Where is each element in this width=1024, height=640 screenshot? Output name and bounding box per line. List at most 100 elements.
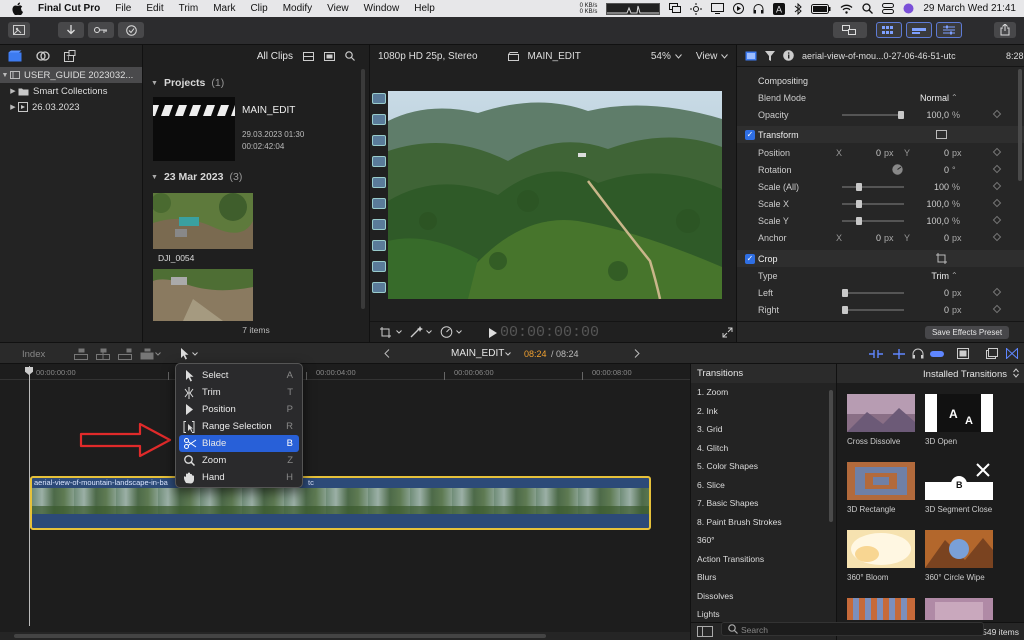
show-inspector-button[interactable] [936,22,962,38]
chevron-down-icon[interactable] [505,352,511,356]
scale-x-value[interactable]: 100,0 [907,199,949,209]
disclosure-open-icon[interactable]: ▼ [151,174,158,181]
scale-all-value[interactable]: 100 [907,182,949,192]
scale-y-value[interactable]: 100,0 [907,216,949,226]
chevron-down-icon[interactable] [155,352,161,356]
tool-trim[interactable]: Trim T [176,384,302,401]
info-inspector-icon[interactable] [783,50,794,61]
screen-mirror-icon[interactable] [669,3,682,14]
menu-window[interactable]: Window [364,3,400,14]
save-effects-preset-button[interactable]: Save Effects Preset [925,326,1009,339]
timeline-project-name[interactable]: MAIN_EDIT [451,348,504,359]
keyframe-icon[interactable] [992,287,1002,297]
clip-appearance-icon[interactable] [303,51,314,61]
brightness-icon[interactable] [690,2,703,15]
tile-cross-dissolve[interactable] [847,394,915,432]
installed-transitions-header[interactable]: Installed Transitions [837,364,1024,383]
play-icon[interactable] [733,3,745,14]
tile-3d-rectangle[interactable] [847,462,915,500]
tool-select[interactable]: Select A [176,367,302,384]
effects-browser-icon[interactable] [986,348,998,359]
disclosure-closed-icon[interactable]: ▶ [8,87,18,95]
scale-all-slider[interactable] [842,183,904,191]
filter-inspector-icon[interactable] [765,50,775,61]
anchor-y-value[interactable]: 0 [925,233,949,243]
keyframe-icon[interactable] [992,304,1002,314]
all-clips-filter[interactable]: All Clips [257,51,293,62]
import-button[interactable] [58,22,84,38]
battery-icon[interactable] [811,3,831,14]
tools-arrow-icon[interactable] [180,348,189,360]
titles-generators-icon[interactable]: T [64,50,76,62]
timeline-scrollbar[interactable] [0,632,690,640]
menu-modify[interactable]: Modify [283,3,312,14]
filmstrip-view-icon[interactable] [324,51,335,61]
menu-file[interactable]: File [115,3,131,14]
history-forward-icon[interactable] [634,349,640,358]
transitions-search-field[interactable]: Search [721,622,984,636]
tool-hand[interactable]: Hand H [176,469,302,486]
rotation-value[interactable]: 0 [917,165,949,175]
background-tasks-button[interactable] [118,22,144,38]
skimming-icon[interactable] [869,349,883,359]
position-x-value[interactable]: 0 [857,148,881,158]
keywords-button[interactable] [88,22,114,38]
tile-3d-open[interactable]: AA [925,394,993,432]
timeline-ruler[interactable]: 00:00:00:00 00:00:04:00 00:00:06:00 00:0… [0,364,690,380]
stepper-icon[interactable]: ⌃ [951,271,958,280]
timeline-clip[interactable]: aerial-view-of-mountain-landscape-in-ba … [30,476,651,530]
crop-left-value[interactable]: 0 [907,288,949,298]
libraries-icon[interactable] [8,50,22,62]
view-menu[interactable]: View [696,51,718,62]
transition-category[interactable]: 1. Zoom [691,383,836,402]
chevron-down-icon[interactable] [426,330,432,334]
tile-partial-2[interactable] [925,598,993,620]
show-browser-button[interactable] [876,22,902,38]
snapping-icon[interactable] [930,349,944,359]
keyframe-icon[interactable] [992,147,1002,157]
history-back-icon[interactable] [384,349,390,358]
bluetooth-icon[interactable] [794,2,803,15]
media-import-button[interactable] [8,22,30,38]
transition-category[interactable]: 4. Glitch [691,439,836,458]
viewer-timecode[interactable]: 00:00:00:00 [500,324,599,341]
transition-category[interactable]: 2. Ink [691,402,836,421]
tile-360-circle-wipe[interactable] [925,530,993,568]
menu-clip[interactable]: Clip [250,3,267,14]
zoom-level[interactable]: 54% [651,51,671,62]
crop-onscreen-icon[interactable] [936,253,947,264]
tool-range-selection[interactable]: Range Selection R [176,418,302,435]
share-button[interactable] [994,22,1016,38]
keyframe-icon[interactable] [992,109,1002,119]
chevron-down-icon[interactable] [396,330,402,334]
keyframe-icon[interactable] [992,198,1002,208]
tool-position[interactable]: Position P [176,401,302,418]
browser-scrollbar[interactable] [361,69,365,309]
headphones-icon[interactable] [753,3,764,14]
tile-3d-segment-close[interactable]: B [925,462,993,500]
crop-right-slider[interactable] [842,306,904,314]
transition-category[interactable]: 3. Grid [691,420,836,439]
insert-clip-icon[interactable] [96,348,110,360]
menu-clock[interactable]: 29 March Wed 21:41 [923,3,1016,14]
stepper-icon[interactable] [1013,368,1019,378]
chevron-down-icon[interactable] [192,352,198,356]
photos-audio-icon[interactable] [36,50,50,62]
menu-help[interactable]: Help [414,3,435,14]
transform-onscreen-icon[interactable] [936,130,947,139]
display-icon[interactable] [711,3,725,14]
timeline-index-button[interactable]: Index [22,349,45,360]
network-monitor[interactable]: 0 KB/s 0 KB/s [580,3,598,15]
keyframe-icon[interactable] [992,232,1002,242]
play-button-icon[interactable] [489,328,497,338]
menu-app-name[interactable]: Final Cut Pro [38,3,100,14]
connect-clip-icon[interactable] [74,348,88,360]
transition-category[interactable]: Blurs [691,568,836,587]
audio-skimming-icon[interactable] [893,349,905,359]
transition-category[interactable]: 6. Slice [691,476,836,495]
show-timeline-button[interactable] [906,22,932,38]
menu-view[interactable]: View [327,3,349,14]
keyframe-icon[interactable] [992,215,1002,225]
chevron-down-icon[interactable] [721,53,729,59]
overwrite-clip-icon[interactable] [140,348,154,360]
